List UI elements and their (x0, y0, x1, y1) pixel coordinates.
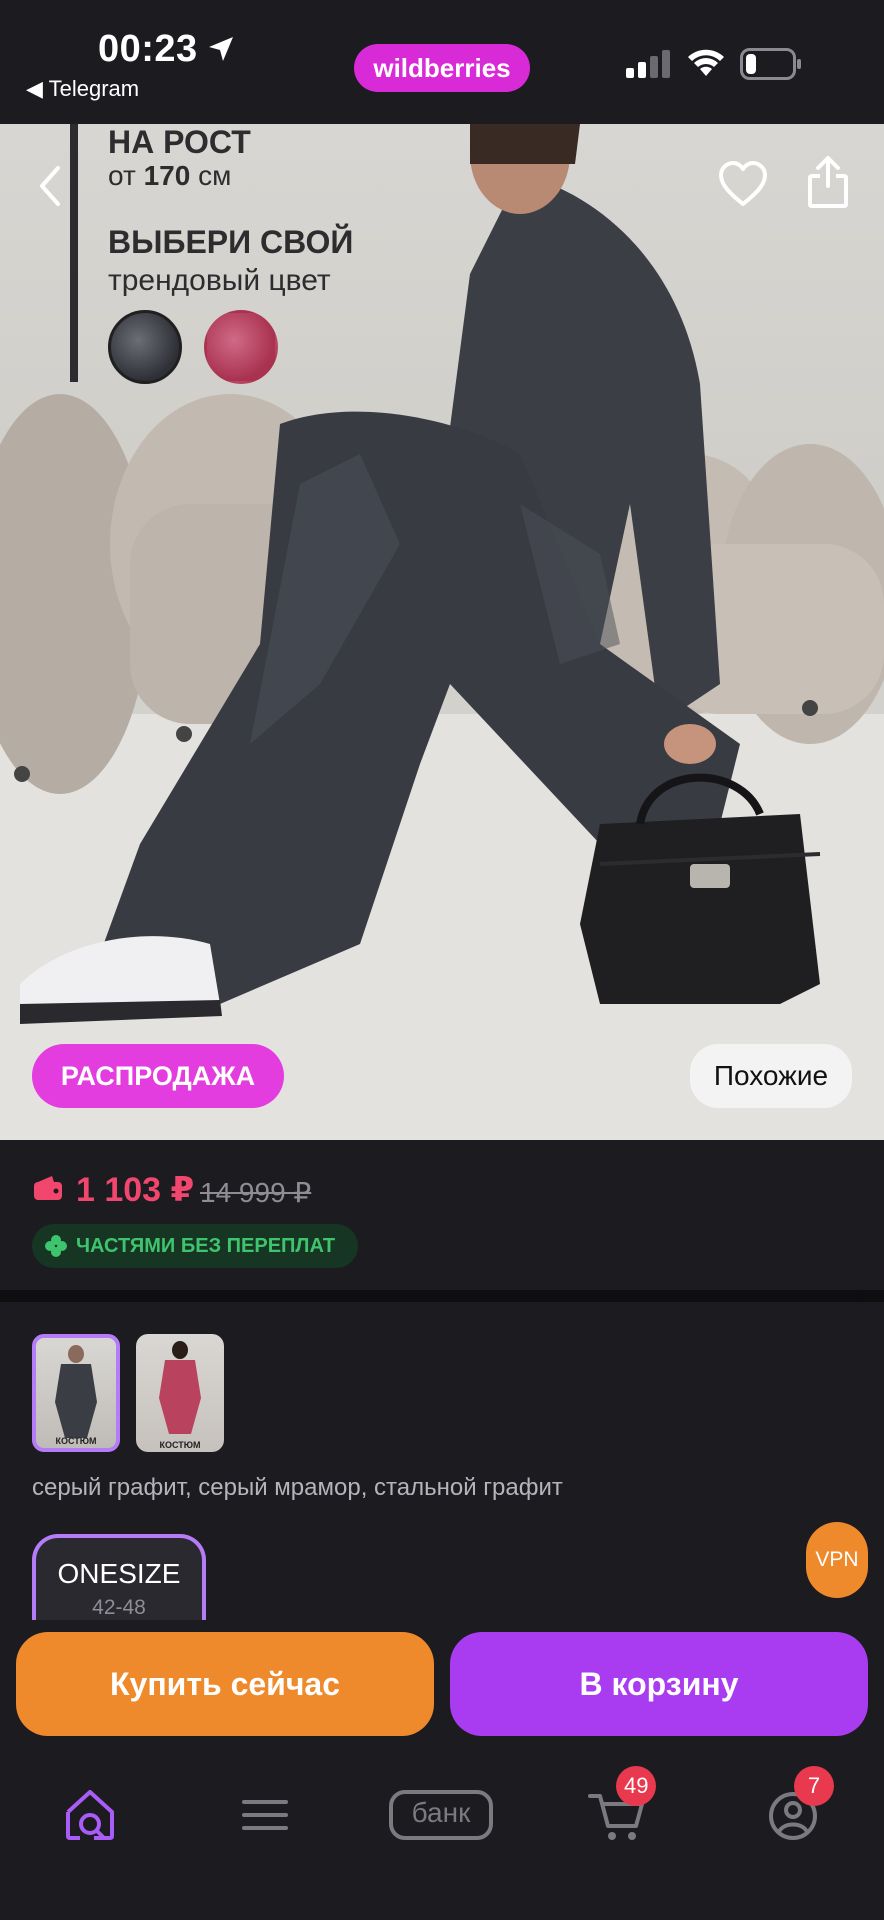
promo-color-subtitle: трендовый цвет (108, 264, 331, 297)
section-divider (0, 1290, 884, 1302)
buy-now-button[interactable]: Купить сейчас (16, 1632, 434, 1736)
back-to-telegram-link[interactable]: ◀ Telegram (26, 76, 139, 102)
profile-notification-badge: 7 (794, 1766, 834, 1806)
home-search-icon[interactable] (58, 1780, 128, 1850)
variant-caption: КОСТЮМ (159, 1440, 201, 1450)
variant-thumbnail-raspberry[interactable]: КОСТЮМ (136, 1334, 224, 1452)
bottom-tab-bar: банк (0, 1740, 884, 1920)
size-range: 42-48 (92, 1596, 146, 1619)
brand-logo: wildberries (354, 44, 530, 92)
variant-caption: КОСТЮМ (55, 1436, 97, 1446)
battery-icon (740, 48, 801, 80)
variant-photo (159, 1341, 201, 1434)
color-swatch-graphite (108, 310, 182, 384)
similar-products-button[interactable]: Похожие (690, 1044, 852, 1108)
status-time: 00:23 (98, 28, 198, 70)
location-arrow-icon (209, 37, 233, 61)
favorite-heart-icon[interactable] (718, 160, 768, 210)
product-image[interactable]: НА РОСТ от 170 см ВЫБЕРИ СВОЙ трендовый … (0, 124, 884, 1140)
old-price: 14 999 ₽ (200, 1177, 312, 1208)
installment-label: ЧАСТЯМИ БЕЗ ПЕРЕПЛАТ (76, 1234, 336, 1257)
variant-thumbnail-graphite[interactable]: КОСТЮМ (32, 1334, 120, 1452)
sale-badge[interactable]: РАСПРОДАЖА (32, 1044, 284, 1108)
size-label: ONESIZE (57, 1558, 181, 1589)
back-chevron-icon[interactable] (34, 162, 66, 210)
variant-photo (55, 1345, 97, 1438)
installment-badge[interactable]: ЧАСТЯМИ БЕЗ ПЕРЕПЛАТ (32, 1224, 358, 1268)
color-swatch-raspberry (204, 310, 278, 384)
share-icon[interactable] (806, 154, 850, 210)
promo-color-title: ВЫБЕРИ СВОЙ (108, 224, 354, 260)
promo-accent-bar (70, 124, 78, 382)
vpn-floating-button[interactable]: VPN (806, 1522, 868, 1598)
wallet-icon (34, 1176, 62, 1200)
purchase-actions: Купить сейчас В корзину (0, 1620, 884, 1740)
add-to-cart-button[interactable]: В корзину (450, 1632, 868, 1736)
promo-height-value: от 170 см (108, 160, 232, 191)
catalog-menu-icon[interactable] (230, 1780, 300, 1850)
status-bar: 00:23 ◀ Telegram wildberries (0, 0, 884, 124)
current-price: 1 103 ₽ (76, 1171, 195, 1209)
bank-tab[interactable]: банк (388, 1780, 494, 1850)
promo-height-title: НА РОСТ (108, 124, 251, 160)
clover-icon (45, 1235, 67, 1257)
wifi-icon (688, 49, 724, 76)
size-option-onesize[interactable]: ONESIZE 42-48 (32, 1534, 206, 1632)
bank-label: банк (411, 1797, 471, 1828)
price-card: 1 103 ₽ 14 999 ₽ ЧАСТЯМИ БЕЗ ПЕРЕПЛАТ (0, 1140, 884, 1290)
color-names: серый графит, серый мрамор, стальной гра… (32, 1474, 563, 1501)
cellular-signal-icon (626, 50, 670, 78)
variants-card: КОСТЮМ КОСТЮМ серый графит, серый мрамор… (0, 1302, 884, 1632)
